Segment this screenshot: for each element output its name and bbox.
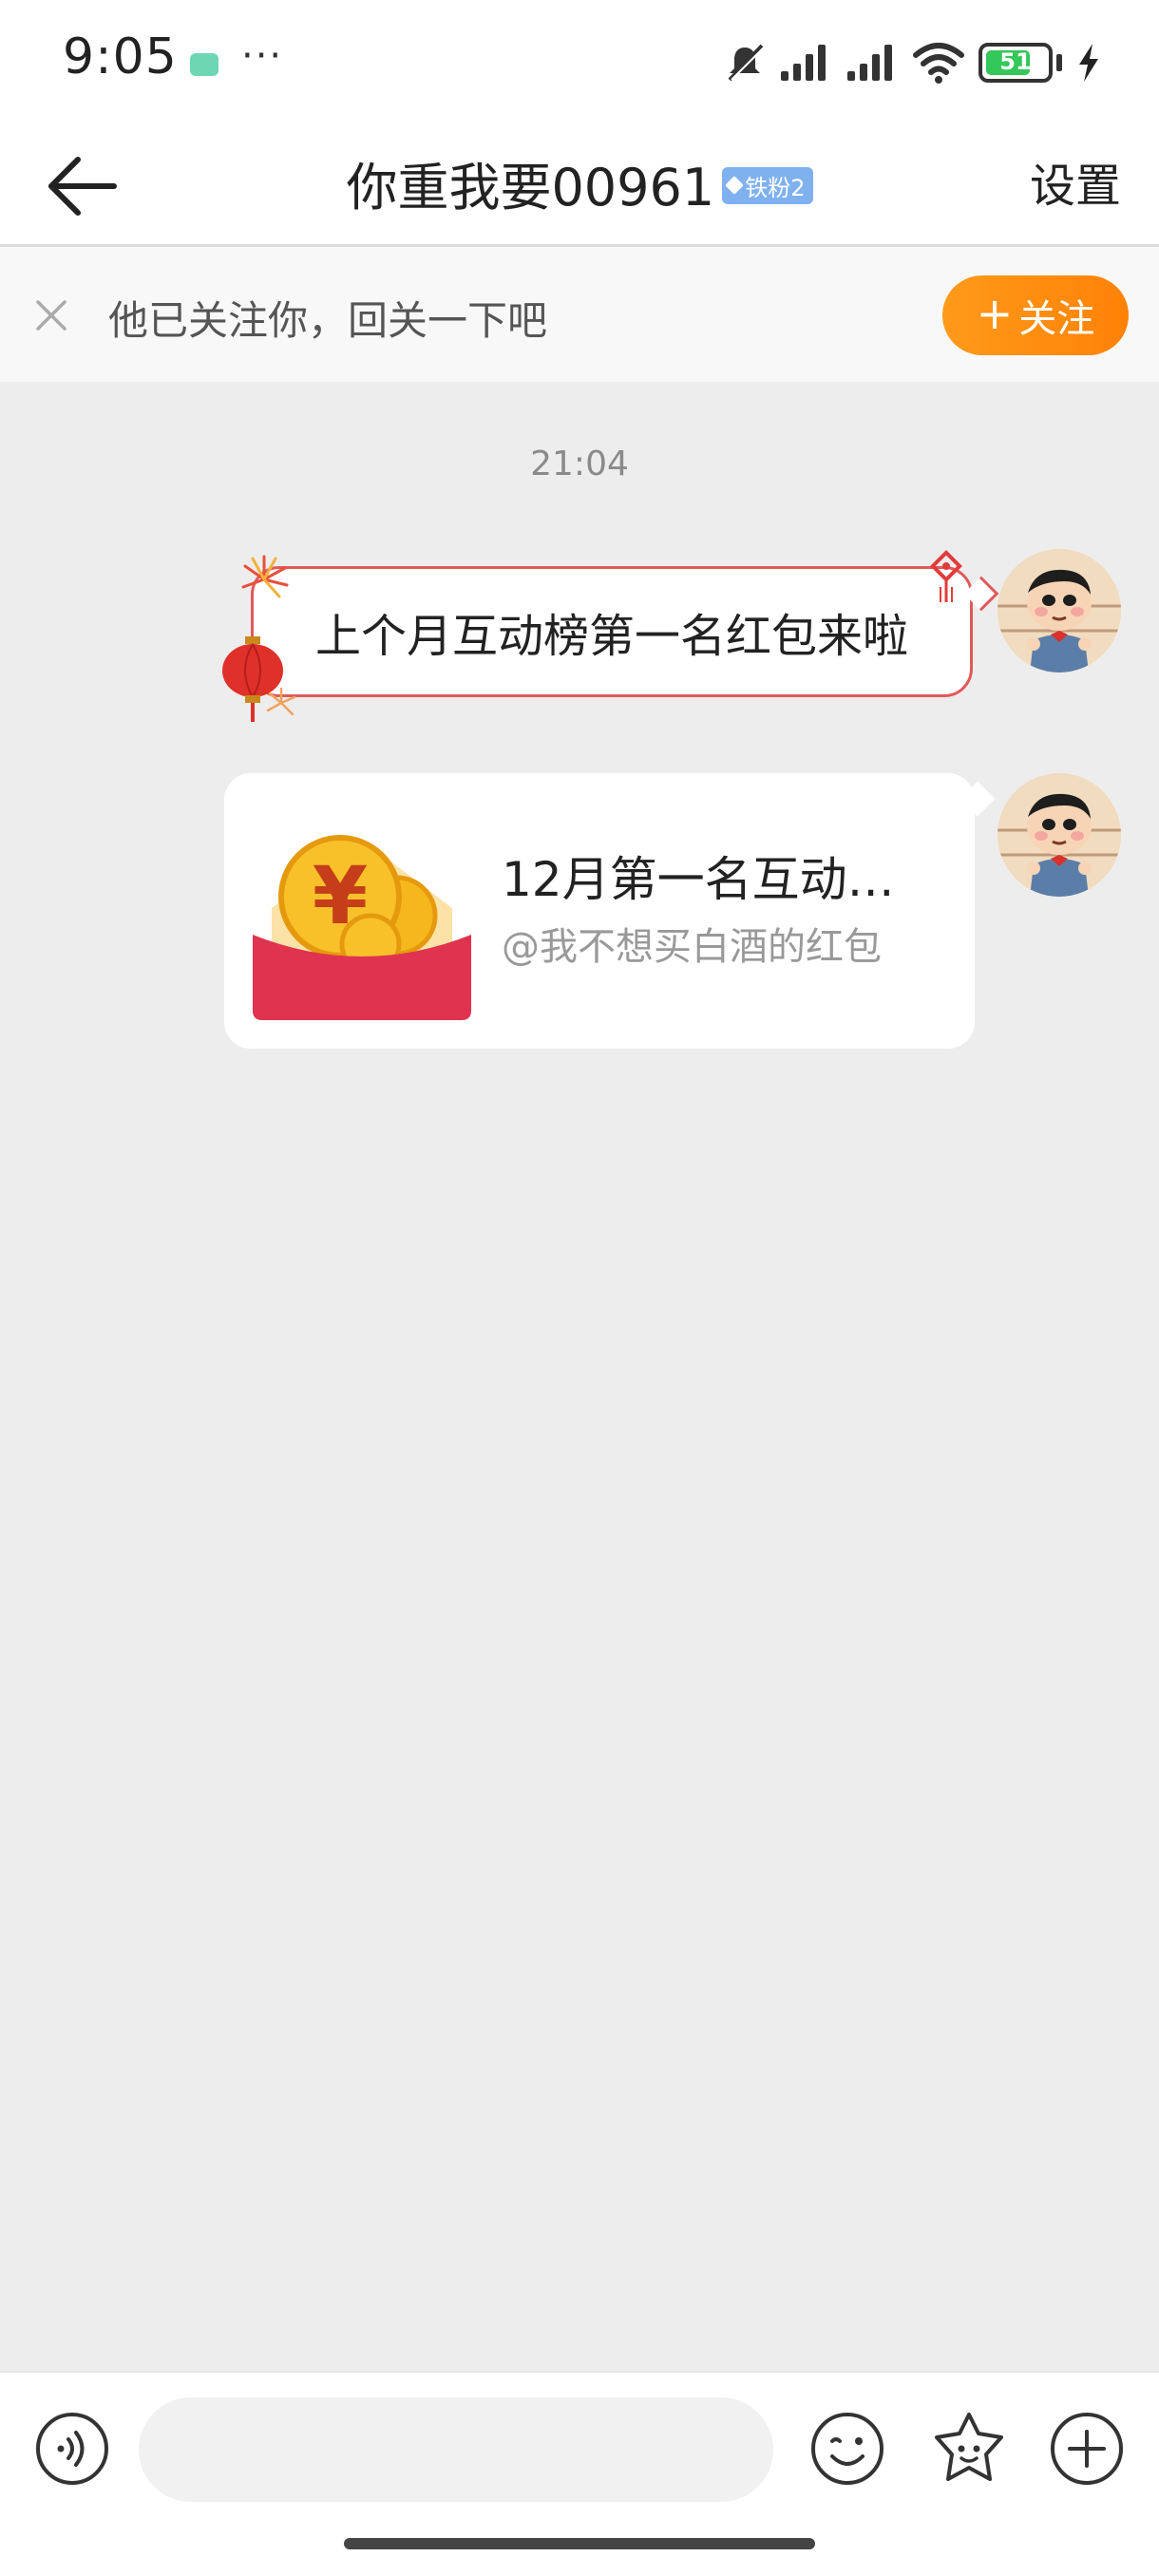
status-more: ··· bbox=[241, 34, 284, 78]
red-packet-subtitle: @我不想买白酒的红包 bbox=[502, 925, 882, 969]
red-packet-title: 12月第一名互动… bbox=[502, 852, 895, 907]
status-bar: 9:05 ··· 51 bbox=[0, 0, 1159, 123]
firework-icon bbox=[241, 555, 289, 598]
plus-icon: + bbox=[976, 288, 1014, 339]
plus-icon[interactable] bbox=[1049, 2411, 1125, 2487]
status-icons: 51 bbox=[724, 36, 1102, 89]
signal-icon bbox=[847, 45, 892, 81]
title-bar: 你重我要00961 铁粉2 设置 bbox=[0, 123, 1159, 247]
fan-badge-label: 铁粉2 bbox=[745, 174, 806, 201]
message-text: 上个月互动榜第一名红包来啦 bbox=[314, 610, 908, 663]
battery-level: 51 bbox=[999, 48, 1032, 75]
follow-suggestion-bar: 他已关注你，回关一下吧 + 关注 bbox=[0, 247, 1159, 382]
battery-nub bbox=[1056, 54, 1062, 71]
status-time: 9:05 bbox=[63, 28, 178, 85]
settings-button[interactable]: 设置 bbox=[1030, 148, 1121, 215]
follow-prompt-text: 他已关注你，回关一下吧 bbox=[108, 297, 548, 344]
avatar[interactable] bbox=[998, 773, 1121, 897]
message-input[interactable] bbox=[139, 2397, 773, 2502]
emoji-icon[interactable] bbox=[809, 2411, 885, 2487]
title-wrap: 你重我要00961 铁粉2 bbox=[0, 144, 1159, 220]
firework-icon bbox=[266, 687, 296, 716]
mute-icon bbox=[728, 44, 765, 82]
cartoon-avatar-icon bbox=[998, 549, 1121, 672]
home-indicator[interactable] bbox=[344, 2538, 815, 2549]
cartoon-avatar-icon bbox=[998, 773, 1121, 897]
charging-icon bbox=[1079, 44, 1098, 82]
red-packet-card[interactable]: ¥ 12月第一名互动… @我不想买白酒的红包 bbox=[224, 773, 975, 1049]
close-icon[interactable] bbox=[32, 296, 70, 334]
follow-button-label: 关注 bbox=[1018, 297, 1095, 341]
voice-icon[interactable] bbox=[34, 2411, 110, 2487]
page-title: 你重我要00961 bbox=[346, 157, 715, 218]
follow-button[interactable]: + 关注 bbox=[942, 275, 1129, 355]
avatar[interactable] bbox=[998, 549, 1121, 672]
battery-icon: 51 bbox=[978, 43, 1053, 83]
fan-badge: 铁粉2 bbox=[722, 166, 813, 204]
message-timestamp: 21:04 bbox=[530, 445, 629, 483]
red-packet-icon: ¥ bbox=[253, 835, 471, 1020]
notification-app-icon bbox=[190, 53, 218, 76]
sticker-icon[interactable] bbox=[929, 2409, 1009, 2489]
diamond-icon bbox=[725, 176, 745, 195]
chinese-knot-icon bbox=[930, 550, 962, 602]
signal-icon bbox=[781, 45, 826, 81]
wifi-icon bbox=[913, 43, 964, 84]
message-bubble[interactable]: 上个月互动榜第一名红包来啦 bbox=[251, 566, 973, 697]
